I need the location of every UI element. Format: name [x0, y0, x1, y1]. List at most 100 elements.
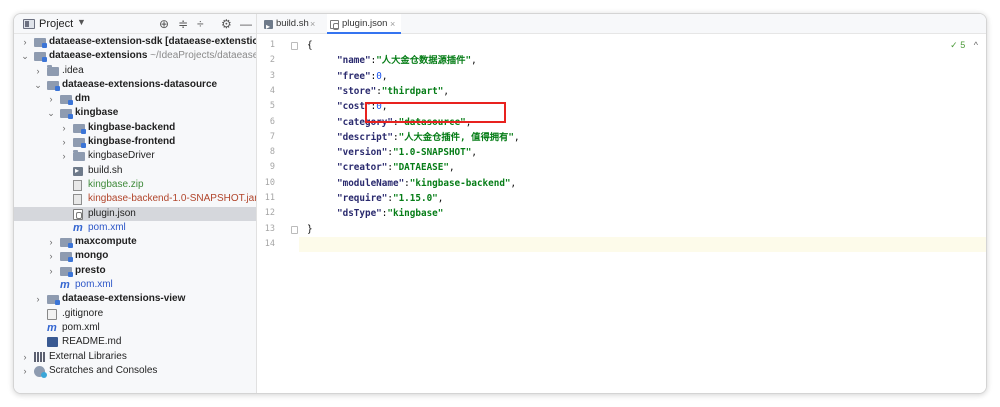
- json-key: "moduleName": [337, 177, 405, 189]
- chevron-right-icon[interactable]: ›: [46, 264, 56, 278]
- code-line[interactable]: "descript":"人大金仓插件, 值得拥有",: [299, 130, 986, 145]
- chevron-right-icon[interactable]: ›: [20, 364, 30, 378]
- inspection-widget[interactable]: ✓ 5 ^: [950, 40, 978, 51]
- module-icon: [73, 138, 86, 149]
- expand-all-icon[interactable]: ≑: [178, 16, 188, 32]
- line-number: 8: [269, 147, 275, 158]
- code-line[interactable]: "moduleName":"kingbase-backend",: [299, 176, 986, 191]
- close-icon[interactable]: ×: [390, 14, 395, 34]
- module-icon: [73, 123, 86, 134]
- locate-file-icon[interactable]: ⊕: [159, 16, 169, 32]
- json-value: "kingbase": [387, 208, 444, 220]
- tree-item[interactable]: › External Libraries: [14, 350, 256, 364]
- tree-item-path: ~/IdeaProjects/dataease-e: [147, 50, 257, 62]
- collapse-all-icon[interactable]: ÷: [197, 16, 204, 32]
- code-line[interactable]: [299, 236, 986, 253]
- code-line[interactable]: }: [299, 222, 986, 237]
- editor-tab[interactable]: plugin.json ×: [327, 14, 401, 34]
- chevron-right-icon[interactable]: ›: [46, 249, 56, 263]
- chevron-right-icon[interactable]: ›: [59, 149, 69, 163]
- tree-item[interactable]: plugin.json: [14, 206, 256, 221]
- fold-marker-icon[interactable]: [291, 42, 298, 50]
- tree-item[interactable]: build.sh: [14, 164, 256, 178]
- chevron-right-icon[interactable]: ›: [46, 235, 56, 249]
- project-view-icon: [23, 19, 35, 29]
- chevron-down-icon[interactable]: ⌄: [33, 78, 43, 92]
- chevron-down-icon[interactable]: ⌄: [46, 106, 56, 120]
- tree-item[interactable]: › dataease-extensions-view: [14, 292, 256, 306]
- tree-item[interactable]: kingbase.zip: [14, 178, 256, 192]
- json-value: "kingbase-backend": [409, 177, 511, 189]
- code-line[interactable]: "free":0,: [299, 69, 986, 84]
- gear-icon[interactable]: ⚙: [221, 16, 232, 32]
- line-number: 10: [264, 177, 275, 188]
- tree-item-label: dataease-extension-sdk: [49, 36, 163, 47]
- line-number-gutter: 1 2 3 4 5 6 7 8 9 10 11 12 13 14: [257, 35, 299, 393]
- code-line[interactable]: "require":"1.15.0",: [299, 191, 986, 206]
- tree-item[interactable]: › presto: [14, 264, 256, 278]
- tree-item[interactable]: › kingbaseDriver: [14, 149, 256, 163]
- code-line[interactable]: "version":"1.0-SNAPSHOT",: [299, 145, 986, 160]
- folder-icon: [73, 150, 85, 162]
- editor-tab[interactable]: build.sh×: [261, 14, 321, 37]
- archive-icon: [73, 194, 82, 206]
- module-icon: [60, 252, 73, 263]
- chevron-right-icon[interactable]: ›: [59, 135, 69, 149]
- tree-item[interactable]: m pom.xml: [14, 221, 256, 235]
- tree-item[interactable]: › dataease-extension-sdk [dataease-extens…: [14, 35, 256, 49]
- tree-item[interactable]: .gitignore: [14, 307, 256, 321]
- chevron-right-icon[interactable]: ›: [46, 92, 56, 106]
- maven-icon: m: [47, 321, 57, 334]
- code-line[interactable]: "name":"人大金仓数据源插件",: [299, 53, 986, 68]
- tree-item-label-group: dataease-extensions ~/IdeaProjects/datae…: [49, 49, 257, 63]
- close-icon[interactable]: ×: [310, 14, 315, 34]
- tree-item-label: kingbase-backend: [88, 121, 176, 133]
- tree-item[interactable]: m pom.xml: [14, 278, 256, 292]
- tree-item[interactable]: kingbase-backend-1.0-SNAPSHOT.jar: [14, 192, 257, 206]
- code-editor[interactable]: } "dsType":"kingbase" "require":"1.15.0", "…: [299, 35, 986, 393]
- project-panel-title[interactable]: Project: [39, 18, 73, 30]
- hide-panel-icon[interactable]: —: [240, 16, 252, 32]
- tree-item[interactable]: › maxcompute: [14, 235, 256, 249]
- inspection-count: 5: [960, 40, 966, 50]
- line-number: 4: [269, 85, 275, 96]
- json-comma: ,: [513, 131, 520, 143]
- tree-item[interactable]: m pom.xml: [14, 321, 256, 335]
- chevron-up-icon[interactable]: ^: [974, 40, 978, 50]
- code-line[interactable]: "dsType":"kingbase": [299, 206, 986, 221]
- json-value: "人大金仓数据源插件": [376, 55, 472, 67]
- module-icon: [60, 95, 73, 106]
- tree-item[interactable]: ⌄ dataease-extensions ~/IdeaProjects/data…: [14, 49, 257, 63]
- store-line-highlight-box: [365, 102, 506, 123]
- chevron-down-icon[interactable]: ▼: [77, 17, 86, 27]
- tree-item[interactable]: › dm: [14, 92, 256, 106]
- tree-item-label: pom.xml: [75, 279, 113, 291]
- module-icon: [47, 295, 60, 306]
- tree-item[interactable]: › .idea: [14, 64, 256, 78]
- fold-marker-icon[interactable]: [291, 225, 298, 234]
- module-icon: [60, 266, 73, 277]
- tree-item-label: dm: [75, 93, 90, 105]
- chevron-right-icon[interactable]: ›: [33, 64, 43, 78]
- code-line[interactable]: "store":"thirdpart",: [299, 84, 986, 99]
- tree-item[interactable]: › Scratches and Consoles: [14, 364, 256, 378]
- tree-item-label: kingbaseDriver: [88, 150, 155, 162]
- line-number: 12: [264, 208, 275, 219]
- tree-item-label: dataease-extensions-view: [62, 293, 186, 305]
- chevron-right-icon[interactable]: ›: [20, 35, 30, 49]
- tree-item[interactable]: ⌄ kingbase: [14, 106, 256, 120]
- tree-item[interactable]: › kingbase-frontend: [14, 135, 256, 149]
- code-line[interactable]: {: [299, 38, 986, 53]
- code-line[interactable]: "creator":"DATAEASE",: [299, 160, 986, 175]
- tree-item[interactable]: README.md: [14, 335, 256, 349]
- chevron-down-icon[interactable]: ⌄: [20, 49, 30, 63]
- chevron-right-icon[interactable]: ›: [59, 121, 69, 135]
- project-panel: Project ▼ ⊕ ≑ ÷ ⚙ — › dataease-extension-…: [14, 14, 257, 393]
- tree-item[interactable]: › kingbase-backend: [14, 121, 256, 135]
- chevron-right-icon[interactable]: ›: [33, 292, 43, 306]
- tree-item[interactable]: › mongo: [14, 249, 256, 263]
- chevron-right-icon[interactable]: ›: [20, 350, 30, 364]
- tree-item-label: kingbase-backend-1.0-SNAPSHOT.jar: [88, 193, 257, 205]
- json-key: "descript": [337, 131, 393, 143]
- tree-item[interactable]: ⌄ dataease-extensions-datasource: [14, 78, 256, 92]
